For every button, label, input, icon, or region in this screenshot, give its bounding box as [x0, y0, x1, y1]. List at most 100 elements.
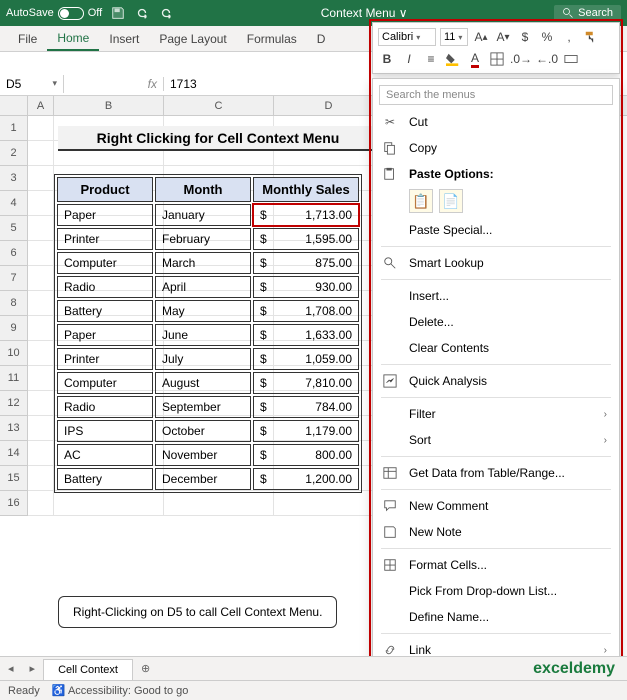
sheet-nav-prev[interactable]: ◂ — [0, 662, 22, 675]
cell[interactable] — [28, 441, 54, 466]
format-painter-icon[interactable] — [582, 28, 600, 46]
cell-month[interactable]: October — [155, 420, 251, 442]
align-icon[interactable]: ≡ — [422, 50, 440, 68]
cell[interactable] — [164, 491, 274, 516]
cell[interactable] — [28, 191, 54, 216]
cell[interactable] — [274, 491, 384, 516]
cell-product[interactable]: Battery — [57, 300, 153, 322]
name-box[interactable]: D5 — [0, 75, 64, 93]
cell-month[interactable]: May — [155, 300, 251, 322]
tab-data[interactable]: D — [307, 28, 336, 50]
col-A[interactable]: A — [28, 96, 54, 115]
row-header[interactable]: 10 — [0, 341, 28, 366]
fill-color-icon[interactable] — [444, 50, 462, 68]
font-color-icon[interactable]: A — [466, 50, 484, 68]
row-header[interactable]: 12 — [0, 391, 28, 416]
cell[interactable] — [28, 141, 54, 166]
row-header[interactable]: 2 — [0, 141, 28, 166]
menu-quick-analysis[interactable]: Quick Analysis — [373, 368, 619, 394]
cell-month[interactable]: November — [155, 444, 251, 466]
menu-filter[interactable]: Filter› — [373, 401, 619, 427]
row-header[interactable]: 5 — [0, 216, 28, 241]
cell-month[interactable]: January — [155, 204, 251, 226]
cell-sales[interactable]: $875.00 — [253, 252, 359, 274]
tab-page-layout[interactable]: Page Layout — [149, 28, 236, 50]
menu-smart-lookup[interactable]: Smart Lookup — [373, 250, 619, 276]
cell-month[interactable]: July — [155, 348, 251, 370]
cell-product[interactable]: Radio — [57, 396, 153, 418]
sheet-nav-next[interactable]: ▸ — [22, 662, 44, 675]
cell-month[interactable]: August — [155, 372, 251, 394]
cell-sales[interactable]: $1,713.00 — [253, 204, 359, 226]
cell-product[interactable]: Battery — [57, 468, 153, 490]
paste-option-default[interactable]: 📋 — [409, 189, 433, 213]
cell-sales[interactable]: $784.00 — [253, 396, 359, 418]
cell[interactable] — [28, 391, 54, 416]
currency-icon[interactable]: $ — [516, 28, 534, 46]
autosave-toggle[interactable]: AutoSave Off — [6, 7, 102, 20]
cell-product[interactable]: Printer — [57, 348, 153, 370]
document-title[interactable]: Context Menu ∨ — [182, 6, 546, 20]
new-sheet-icon[interactable]: ⊕ — [133, 662, 158, 675]
merge-icon[interactable] — [562, 50, 580, 68]
cell-month[interactable]: February — [155, 228, 251, 250]
menu-new-comment[interactable]: New Comment — [373, 493, 619, 519]
tab-file[interactable]: File — [8, 28, 47, 50]
cell-sales[interactable]: $1,708.00 — [253, 300, 359, 322]
cell-sales[interactable]: $1,633.00 — [253, 324, 359, 346]
row-header[interactable]: 16 — [0, 491, 28, 516]
tab-insert[interactable]: Insert — [99, 28, 149, 50]
row-header[interactable]: 11 — [0, 366, 28, 391]
menu-sort[interactable]: Sort› — [373, 427, 619, 453]
cell[interactable] — [28, 216, 54, 241]
menu-get-data[interactable]: Get Data from Table/Range... — [373, 460, 619, 486]
cell-month[interactable]: June — [155, 324, 251, 346]
cell-month[interactable]: March — [155, 252, 251, 274]
cell-product[interactable]: Paper — [57, 324, 153, 346]
menu-delete[interactable]: Delete... — [373, 309, 619, 335]
col-B[interactable]: B — [54, 96, 164, 115]
bold-icon[interactable]: B — [378, 50, 396, 68]
cell-sales[interactable]: $930.00 — [253, 276, 359, 298]
row-header[interactable]: 15 — [0, 466, 28, 491]
decrease-font-icon[interactable]: A▾ — [494, 28, 512, 46]
font-select[interactable]: Calibri — [378, 28, 436, 46]
row-header[interactable]: 8 — [0, 291, 28, 316]
cell-product[interactable]: Computer — [57, 252, 153, 274]
cell-product[interactable]: Computer — [57, 372, 153, 394]
cell[interactable] — [28, 341, 54, 366]
save-icon[interactable] — [110, 5, 126, 21]
cell-month[interactable]: September — [155, 396, 251, 418]
col-C[interactable]: C — [164, 96, 274, 115]
menu-new-note[interactable]: New Note — [373, 519, 619, 545]
row-header[interactable]: 3 — [0, 166, 28, 191]
menu-search[interactable]: Search the menus — [379, 85, 613, 105]
font-size-select[interactable]: 11 — [440, 28, 468, 46]
cell[interactable] — [28, 466, 54, 491]
menu-cut[interactable]: ✂ Cut — [373, 109, 619, 135]
cell-month[interactable]: December — [155, 468, 251, 490]
cell[interactable] — [28, 366, 54, 391]
cell-product[interactable]: Paper — [57, 204, 153, 226]
toggle-off-icon[interactable] — [58, 7, 84, 20]
row-header[interactable]: 6 — [0, 241, 28, 266]
menu-define-name[interactable]: Define Name... — [373, 604, 619, 630]
cell-sales[interactable]: $7,810.00 — [253, 372, 359, 394]
row-header[interactable]: 7 — [0, 266, 28, 291]
sheet-tab-active[interactable]: Cell Context — [43, 659, 133, 680]
increase-font-icon[interactable]: A▴ — [472, 28, 490, 46]
cell[interactable] — [28, 316, 54, 341]
row-header[interactable]: 1 — [0, 116, 28, 141]
menu-paste-special[interactable]: Paste Special... — [373, 217, 619, 243]
row-header[interactable]: 14 — [0, 441, 28, 466]
cell[interactable] — [28, 241, 54, 266]
cell-product[interactable]: Printer — [57, 228, 153, 250]
cell-sales[interactable]: $1,595.00 — [253, 228, 359, 250]
cell-sales[interactable]: $1,059.00 — [253, 348, 359, 370]
cell-sales[interactable]: $1,200.00 — [253, 468, 359, 490]
cell[interactable] — [28, 266, 54, 291]
tab-formulas[interactable]: Formulas — [237, 28, 307, 50]
menu-clear-contents[interactable]: Clear Contents — [373, 335, 619, 361]
cell-product[interactable]: Radio — [57, 276, 153, 298]
borders-icon[interactable] — [488, 50, 506, 68]
